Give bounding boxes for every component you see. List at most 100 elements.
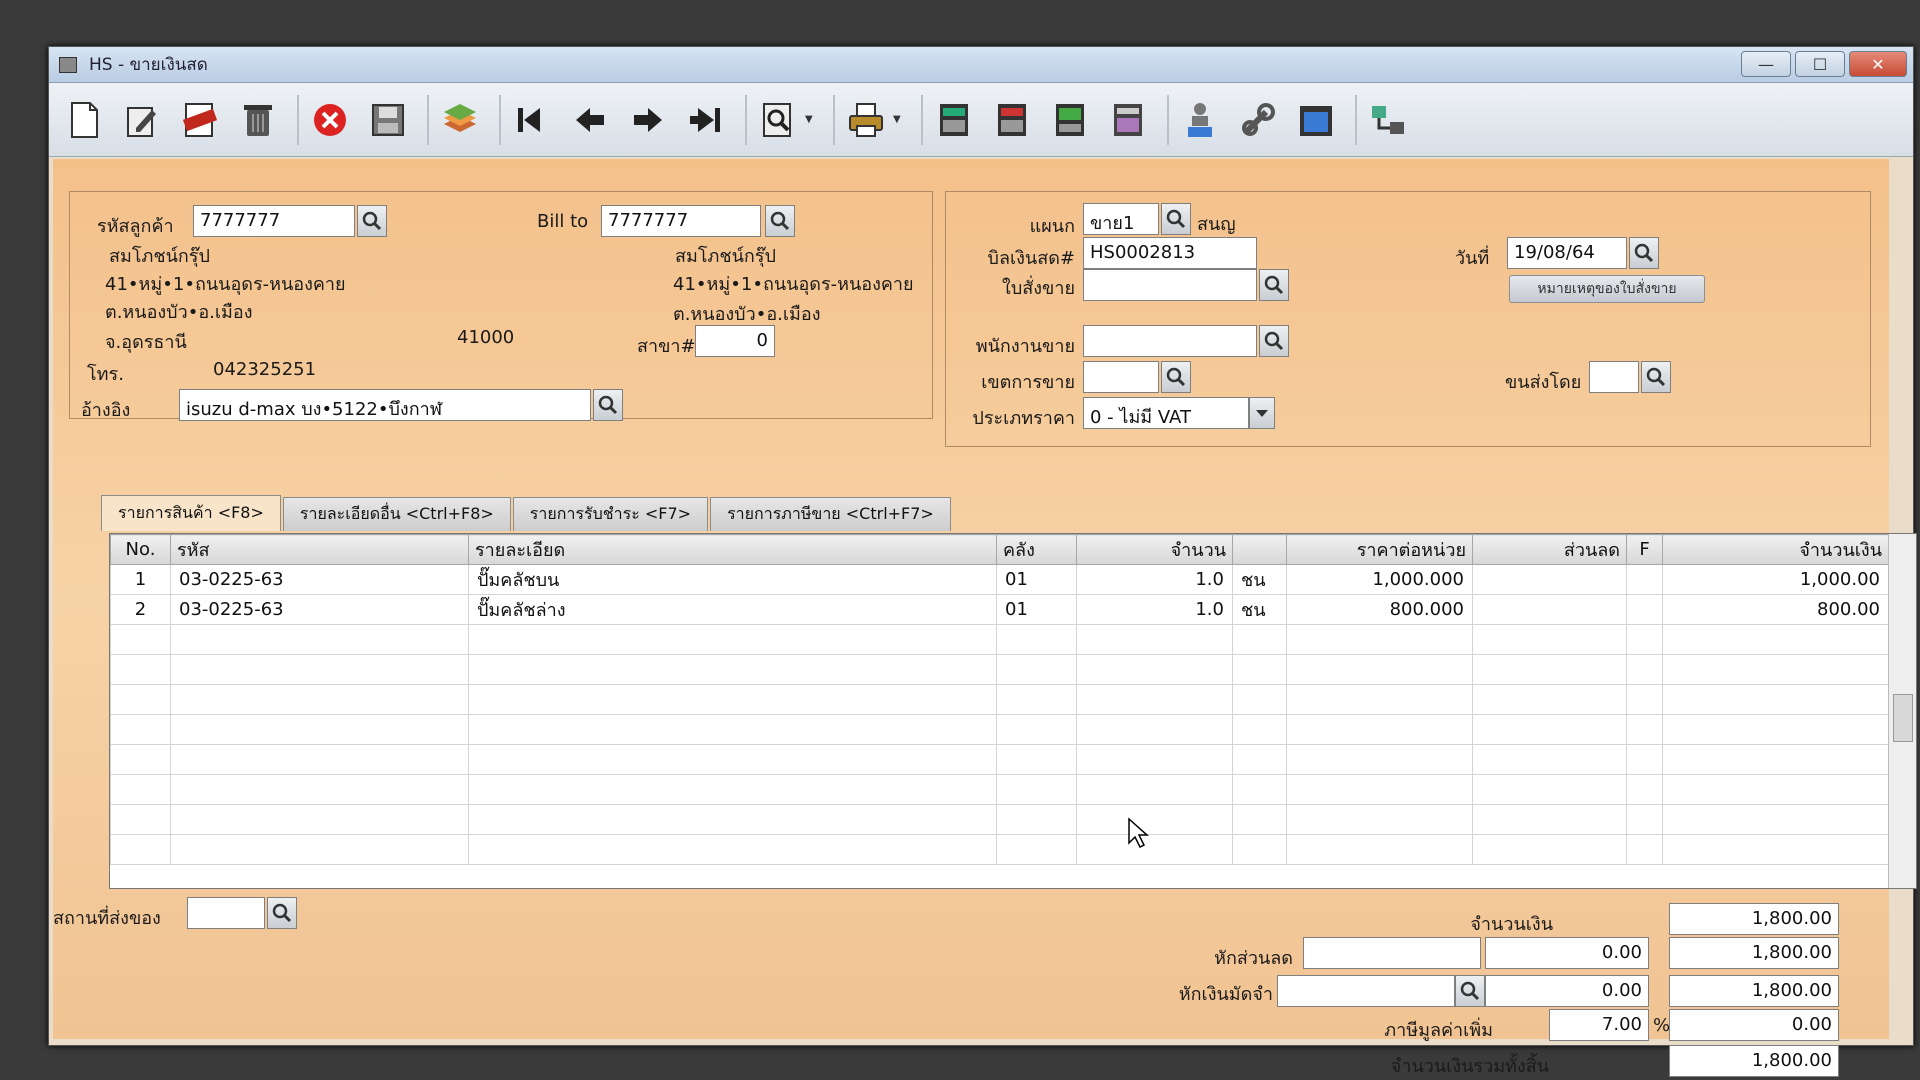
empty-cell[interactable]: [1626, 834, 1663, 865]
reference-field[interactable]: isuzu d-max บง•5122•บึงกาฬ: [179, 389, 591, 421]
delivery-place-field[interactable]: [187, 897, 265, 929]
tab-details[interactable]: รายละเอียดอื่น <Ctrl+F8>: [282, 497, 511, 531]
empty-cell[interactable]: [1232, 834, 1287, 865]
ok-person-icon[interactable]: [1175, 95, 1225, 145]
empty-cell[interactable]: [996, 744, 1077, 775]
col-flag[interactable]: F: [1626, 534, 1663, 565]
col-discount[interactable]: ส่วนลด: [1472, 534, 1627, 565]
empty-cell[interactable]: [1232, 804, 1287, 835]
reference-search-icon[interactable]: [593, 389, 623, 421]
cell-description[interactable]: ปั๊มคลัชบน: [468, 564, 997, 595]
customer-code-field[interactable]: 7777777: [193, 205, 355, 237]
col-code[interactable]: รหัส: [170, 534, 469, 565]
save-icon[interactable]: [363, 95, 413, 145]
empty-cell[interactable]: [170, 654, 469, 685]
empty-cell[interactable]: [1076, 684, 1233, 715]
empty-cell[interactable]: [1472, 804, 1627, 835]
close-window-button[interactable]: ✕: [1849, 51, 1907, 77]
first-record-icon[interactable]: [507, 95, 557, 145]
vat-rate-field[interactable]: 7.00: [1549, 1009, 1649, 1041]
col-description[interactable]: รายละเอียด: [468, 534, 997, 565]
prev-record-icon[interactable]: [565, 95, 615, 145]
bill-number-field[interactable]: HS0002813: [1083, 237, 1257, 269]
cancel-icon[interactable]: [305, 95, 355, 145]
empty-cell[interactable]: [996, 834, 1077, 865]
salesman-search-icon[interactable]: [1259, 325, 1289, 357]
void-icon[interactable]: [175, 95, 225, 145]
empty-cell[interactable]: [1626, 714, 1663, 745]
empty-cell[interactable]: [1472, 834, 1627, 865]
empty-row[interactable]: [110, 654, 1889, 685]
empty-row[interactable]: [110, 684, 1889, 715]
cell-flag[interactable]: [1626, 564, 1663, 595]
cell-description[interactable]: ปั๊มคลัชล่าง: [468, 594, 997, 625]
empty-cell[interactable]: [468, 714, 997, 745]
empty-cell[interactable]: [1076, 774, 1233, 805]
cell-code[interactable]: 03-0225-63: [170, 564, 469, 595]
empty-cell[interactable]: [1076, 834, 1233, 865]
calc4-icon[interactable]: [1103, 95, 1153, 145]
empty-cell[interactable]: [468, 624, 997, 655]
deposit-total-field[interactable]: 1,800.00: [1669, 975, 1839, 1007]
price-type-select[interactable]: 0 - ไม่มี VAT: [1083, 397, 1249, 429]
cell-unit-price[interactable]: 1,000.000: [1286, 564, 1473, 595]
empty-cell[interactable]: [110, 834, 171, 865]
discount-total-field[interactable]: 1,800.00: [1669, 937, 1839, 969]
col-quantity[interactable]: จำนวน: [1076, 534, 1233, 565]
empty-cell[interactable]: [1472, 744, 1627, 775]
deposit-value-field[interactable]: 0.00: [1485, 975, 1649, 1007]
sales-order-search-icon[interactable]: [1259, 269, 1289, 301]
empty-cell[interactable]: [1662, 684, 1889, 715]
empty-cell[interactable]: [1626, 654, 1663, 685]
empty-cell[interactable]: [170, 684, 469, 715]
cell-warehouse[interactable]: 01: [996, 594, 1077, 625]
empty-cell[interactable]: [1232, 654, 1287, 685]
next-record-icon[interactable]: [623, 95, 673, 145]
network-icon[interactable]: [1363, 95, 1413, 145]
empty-cell[interactable]: [110, 804, 171, 835]
sales-order-field[interactable]: [1083, 269, 1257, 301]
empty-cell[interactable]: [1472, 714, 1627, 745]
empty-cell[interactable]: [1076, 714, 1233, 745]
empty-row[interactable]: [110, 774, 1889, 805]
tab-items[interactable]: รายการสินค้า <F8>: [101, 495, 281, 531]
empty-cell[interactable]: [1472, 654, 1627, 685]
date-picker-icon[interactable]: [1629, 237, 1659, 269]
cell-no[interactable]: 1: [110, 564, 171, 595]
title-bar[interactable]: HS - ขายเงินสด — ☐ ✕: [49, 47, 1913, 83]
cell-quantity[interactable]: 1.0: [1076, 594, 1233, 625]
empty-cell[interactable]: [170, 714, 469, 745]
empty-cell[interactable]: [996, 654, 1077, 685]
tools-icon[interactable]: [1233, 95, 1283, 145]
shipping-search-icon[interactable]: [1641, 361, 1671, 393]
empty-cell[interactable]: [996, 774, 1077, 805]
branch-field[interactable]: 0: [695, 325, 775, 357]
empty-cell[interactable]: [1662, 654, 1889, 685]
order-note-button[interactable]: หมายเหตุของใบสั่งขาย: [1509, 275, 1705, 303]
empty-cell[interactable]: [170, 774, 469, 805]
empty-cell[interactable]: [1626, 804, 1663, 835]
empty-cell[interactable]: [1076, 744, 1233, 775]
discount-value-field[interactable]: 0.00: [1485, 937, 1649, 969]
empty-row[interactable]: [110, 744, 1889, 775]
empty-cell[interactable]: [1286, 744, 1473, 775]
discount-text-field[interactable]: [1303, 937, 1481, 969]
empty-cell[interactable]: [468, 774, 997, 805]
empty-cell[interactable]: [1662, 714, 1889, 745]
department-field[interactable]: ขาย1: [1083, 203, 1159, 235]
shipping-field[interactable]: [1589, 361, 1639, 393]
empty-cell[interactable]: [1232, 774, 1287, 805]
empty-cell[interactable]: [468, 834, 997, 865]
empty-cell[interactable]: [468, 804, 997, 835]
grid-scroll-thumb[interactable]: [1893, 694, 1913, 742]
empty-cell[interactable]: [1286, 834, 1473, 865]
sales-area-search-icon[interactable]: [1161, 361, 1191, 393]
empty-cell[interactable]: [996, 684, 1077, 715]
empty-cell[interactable]: [1232, 744, 1287, 775]
empty-cell[interactable]: [1286, 714, 1473, 745]
sales-area-field[interactable]: [1083, 361, 1159, 393]
find-icon[interactable]: [753, 95, 803, 145]
empty-cell[interactable]: [110, 654, 171, 685]
maximize-button[interactable]: ☐: [1795, 51, 1845, 77]
calc1-icon[interactable]: [929, 95, 979, 145]
